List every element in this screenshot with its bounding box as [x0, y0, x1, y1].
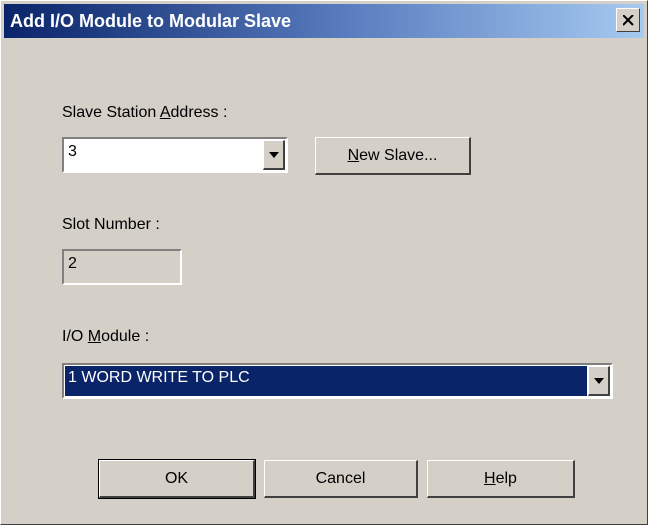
close-button[interactable]: [616, 8, 640, 32]
io-module-dropdown[interactable]: 1 WORD WRITE TO PLC: [62, 363, 613, 399]
io-module-dropdown-button[interactable]: [588, 366, 610, 396]
title-bar[interactable]: Add I/O Module to Modular Slave: [4, 4, 644, 38]
chevron-down-icon: [594, 378, 604, 384]
dialog-window: Add I/O Module to Modular Slave Slave St…: [0, 0, 648, 525]
slot-number-field: 2: [62, 249, 182, 285]
io-module-value: 1 WORD WRITE TO PLC: [68, 369, 250, 386]
slot-number-value: 2: [68, 255, 77, 272]
slot-number-label: Slot Number :: [62, 216, 160, 233]
ok-button[interactable]: OK: [98, 459, 256, 499]
new-slave-button[interactable]: New Slave...: [315, 137, 471, 175]
slave-address-dropdown-button[interactable]: [263, 140, 285, 170]
cancel-button[interactable]: Cancel: [264, 460, 418, 498]
chevron-down-icon: [269, 152, 279, 158]
slave-address-dropdown[interactable]: 3: [62, 137, 288, 173]
io-module-selection: 1 WORD WRITE TO PLC: [65, 366, 587, 396]
dialog-title: Add I/O Module to Modular Slave: [10, 11, 292, 31]
help-button[interactable]: Help: [427, 460, 575, 498]
io-module-label: I/O Module :: [62, 328, 150, 345]
slave-address-label: Slave Station Address :: [62, 104, 228, 121]
close-icon: [623, 15, 634, 26]
slave-address-value: 3: [68, 143, 77, 160]
